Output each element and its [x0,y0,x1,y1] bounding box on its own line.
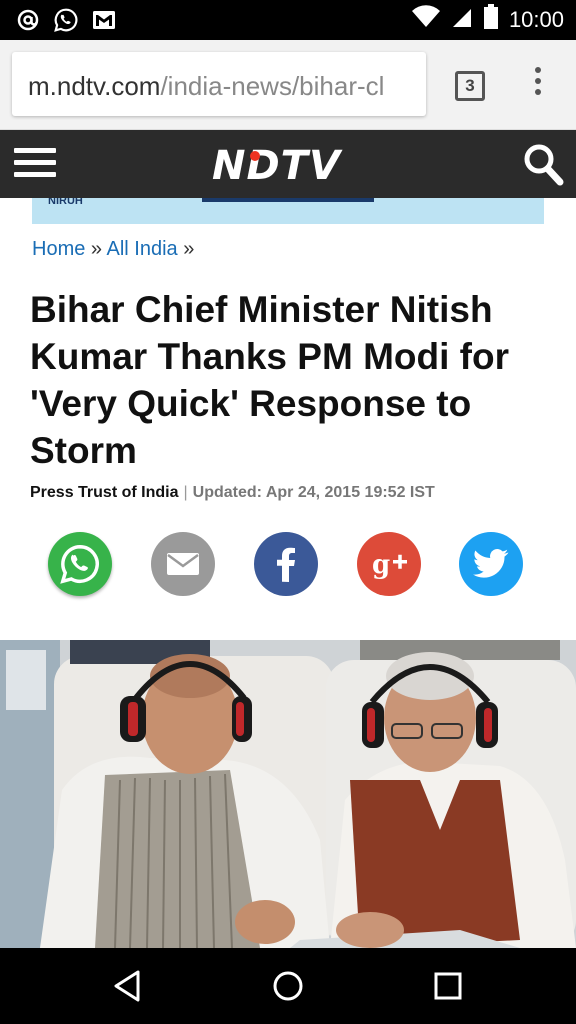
article-photo-graphic [0,640,576,948]
ad-banner[interactable]: NIRUH [32,198,544,224]
share-whatsapp-button[interactable] [48,532,112,596]
ndtv-logo-text: NDTV [212,143,343,186]
email-icon [167,553,199,575]
whatsapp-icon [60,545,99,584]
status-bar: 10:00 [0,0,576,40]
article-headline: Bihar Chief Minister Nitish Kumar Thanks… [30,289,509,471]
browser-toolbar: m.ndtv.com/india-news/bihar-cl 3 [0,40,576,130]
ndtv-logo[interactable]: NDTV [210,142,370,189]
breadcrumb-separator: » [85,238,107,260]
system-status-icons: 10:00 [411,4,564,35]
breadcrumb-section-link[interactable]: All India [107,238,178,260]
hamburger-menu-icon[interactable] [14,148,56,182]
article-photo[interactable] [0,640,576,948]
wifi-icon [411,5,441,34]
clock: 10:00 [508,6,564,32]
back-icon[interactable] [110,968,146,1004]
twitter-icon [473,549,509,578]
signal-icon [451,5,473,34]
gmail-icon [90,6,118,34]
article-byline: Press Trust of India | Updated: Apr 24, 20… [30,484,435,502]
recents-icon[interactable] [430,968,466,1004]
whatsapp-notification-icon [52,6,80,34]
site-header: NDTV [0,130,576,198]
url-path: /india-news/bihar-cl [160,71,385,101]
share-email-button[interactable] [151,532,215,596]
svg-text:g: g [372,550,390,580]
at-icon [14,6,42,34]
share-twitter-button[interactable] [459,532,523,596]
home-icon[interactable] [270,968,306,1004]
ad-text: NIRUH [48,198,83,207]
url-host: m.ndtv.com [28,71,161,101]
system-navigation-bar [0,948,576,1024]
overflow-menu-icon[interactable] [528,67,548,107]
share-buttons: g [48,532,528,600]
tab-switcher-button[interactable]: 3 [455,71,485,101]
ad-graphic [202,198,374,202]
ndtv-logo-graphic: NDTV [212,143,343,189]
share-facebook-button[interactable] [254,532,318,596]
byline-separator: | [183,484,188,501]
google-plus-icon: g [372,550,407,580]
breadcrumb: Home » All India » [32,238,194,261]
breadcrumb-separator: » [177,238,195,260]
url-field[interactable]: m.ndtv.com/india-news/bihar-cl [12,52,426,116]
breadcrumb-home-link[interactable]: Home [32,238,85,260]
facebook-icon [277,547,295,582]
share-google-plus-button[interactable]: g [357,532,421,596]
article-updated-timestamp: Updated: Apr 24, 2015 19:52 IST [192,484,435,501]
notification-icons [14,6,118,34]
battery-icon [483,4,499,35]
search-icon[interactable] [522,142,564,186]
article-author: Press Trust of India [30,484,179,501]
